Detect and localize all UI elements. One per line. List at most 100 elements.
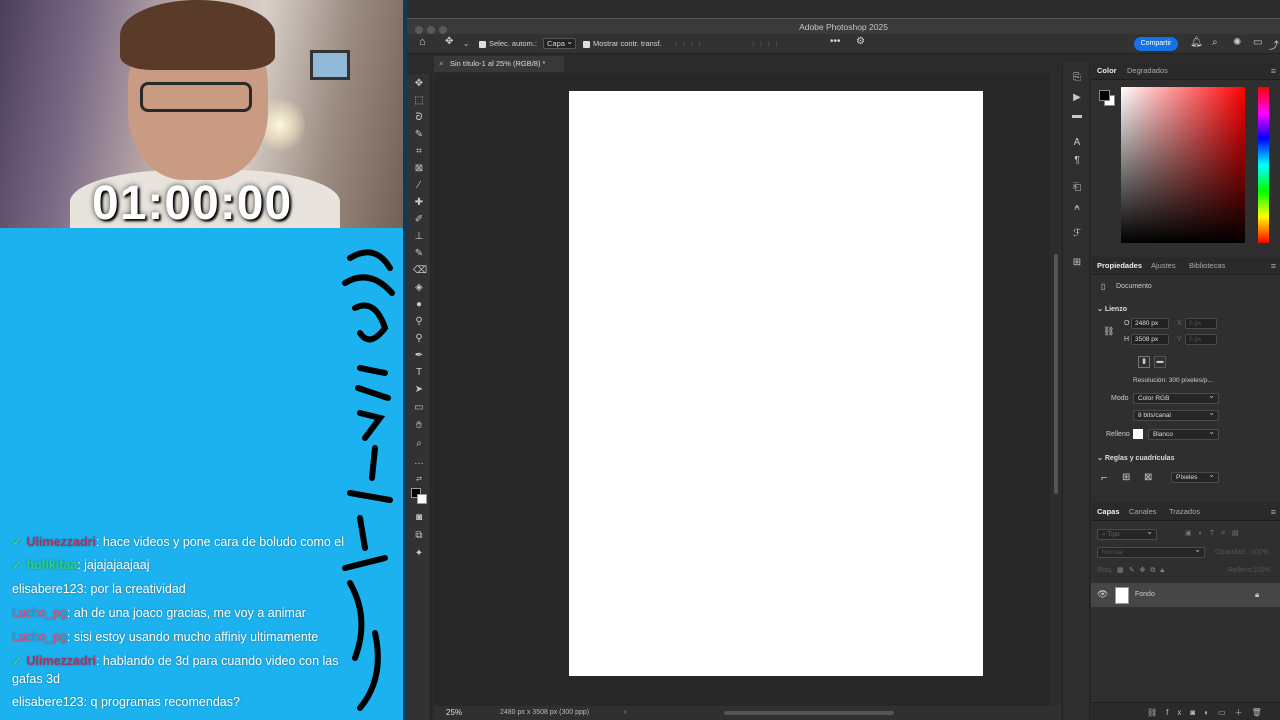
tool-preset-chevron-icon[interactable]: ⌄ — [463, 38, 469, 50]
glyphs-icon[interactable]: ⍲ — [1071, 202, 1083, 214]
x-input[interactable]: 0 px — [1185, 318, 1217, 329]
layer-filter-search[interactable]: ⌕ Tipo — [1097, 527, 1157, 540]
chat-username[interactable]: Lucho_pg — [12, 606, 67, 620]
clone-source-icon[interactable]: ⎗ — [1071, 182, 1083, 194]
auto-select-checkbox[interactable]: Selec. autom.: — [479, 38, 537, 50]
generative-icon[interactable]: ✦ — [413, 548, 425, 560]
layer-name[interactable]: Fondo — [1135, 591, 1155, 598]
character-panel-icon[interactable]: A — [1071, 137, 1083, 149]
dodge-tool-icon[interactable]: ⚲ — [413, 316, 425, 328]
distribute-icons[interactable]: ⫶⫶⫶⫶ — [752, 38, 784, 50]
pen-tool-icon[interactable]: ✒ — [413, 350, 425, 362]
chat-username[interactable]: Ulimezzadri — [26, 654, 95, 668]
chat-username[interactable]: Ulimezzadri — [26, 535, 95, 549]
tab-layers[interactable]: Capas — [1097, 503, 1120, 521]
tab-color[interactable]: Color — [1097, 62, 1117, 80]
canvas-area[interactable] — [434, 74, 1050, 706]
crop-tool-icon[interactable]: ⌗ — [413, 146, 425, 158]
y-input[interactable]: 0 px — [1185, 334, 1217, 345]
workspace-icon[interactable]: ▭ — [1253, 37, 1262, 48]
guides-icon[interactable]: ⊠ — [1144, 472, 1152, 483]
align-icons[interactable]: ⫶⫶⫶⫶ — [675, 38, 707, 50]
grid-panel-icon[interactable]: ⊞ — [1071, 257, 1083, 269]
horizontal-scrollbar-thumb[interactable] — [724, 711, 894, 715]
tab-properties[interactable]: Propiedades — [1097, 257, 1142, 275]
mode-dropdown[interactable]: Color RGB — [1133, 391, 1219, 404]
hand-tool-icon[interactable]: ✋︎ — [413, 420, 425, 432]
height-input[interactable]: 3508 px — [1131, 334, 1169, 345]
fill-swatch[interactable] — [1133, 429, 1143, 439]
more-options-icon[interactable]: ••• — [830, 36, 841, 48]
share-button[interactable]: Compartir — [1134, 37, 1178, 51]
lasso-tool-icon[interactable]: ᘐ — [413, 112, 425, 124]
tab-gradients[interactable]: Degradados — [1127, 62, 1168, 80]
panel-menu-icon[interactable]: ≡ — [1271, 503, 1276, 521]
zoom-level[interactable]: 25% — [446, 706, 462, 720]
grid-icon[interactable]: ⊞ — [1122, 472, 1130, 483]
home-icon[interactable]: ⌂ — [419, 36, 426, 48]
clone-stamp-tool-icon[interactable]: ⊥ — [413, 231, 425, 243]
bit-depth-dropdown[interactable]: 8 bits/canal — [1133, 408, 1219, 421]
type-tool-icon[interactable]: T — [413, 367, 425, 379]
hue-slider[interactable] — [1258, 87, 1269, 243]
history-panel-icon[interactable]: ⎘ — [1071, 72, 1083, 84]
tab-adjustments[interactable]: Ajustes — [1151, 257, 1176, 275]
chat-username[interactable]: holikitaa — [26, 558, 77, 572]
layer-row[interactable]: 👁︎ Fondo 🔒︎ — [1091, 583, 1280, 607]
marquee-tool-icon[interactable]: ⬚ — [413, 95, 425, 107]
portrait-orientation-icon[interactable]: ▮ — [1138, 356, 1150, 368]
canvas-section-toggle[interactable]: ⌄ Lienzo — [1097, 305, 1127, 313]
paint-bucket-tool-icon[interactable]: ◈ — [413, 282, 425, 294]
share-panel-icon[interactable]: ⤴ — [1269, 37, 1279, 52]
layer-action-icons[interactable]: ⛓fx◙◐▭＋🗑︎ — [1147, 707, 1271, 718]
chat-username[interactable]: elisabere123 — [12, 695, 84, 709]
opacity-value[interactable]: 100% — [1251, 549, 1269, 556]
close-tab-icon[interactable]: × — [439, 56, 443, 72]
zoom-tool-icon[interactable]: ⌕ — [413, 438, 425, 450]
zoom-lens-icon[interactable]: ⚲ — [413, 333, 425, 345]
discover-icon[interactable]: ✺ — [1233, 37, 1241, 48]
blur-tool-icon[interactable]: ● — [413, 299, 425, 311]
tab-libraries[interactable]: Bibliotecas — [1189, 257, 1225, 275]
vertical-scrollbar[interactable] — [1051, 74, 1061, 706]
history-brush-tool-icon[interactable]: ✎ — [413, 248, 425, 260]
fill-dropdown[interactable]: Blanco — [1148, 427, 1219, 440]
brush-tool-icon[interactable]: ✐ — [413, 214, 425, 226]
chat-username[interactable]: elisabere123 — [12, 582, 84, 596]
chat-username[interactable]: Lucho_pg — [12, 630, 67, 644]
notifications-bell-icon[interactable]: 🔔︎ — [1190, 37, 1203, 48]
color-picker-field[interactable] — [1121, 87, 1245, 243]
document-tab[interactable]: × Sin título-1 al 25% (RGB/8) * — [434, 56, 564, 72]
status-chevron-icon[interactable]: › — [624, 706, 626, 720]
quick-mask-icon[interactable]: ◙ — [413, 512, 425, 524]
rulers-section-toggle[interactable]: ⌄ Reglas y cuadrículas — [1097, 454, 1174, 462]
search-icon[interactable]: ⌕ — [1212, 37, 1218, 48]
blend-mode-dropdown[interactable]: Normal — [1097, 545, 1205, 558]
healing-brush-tool-icon[interactable]: ✚ — [413, 197, 425, 209]
show-transform-checkbox[interactable]: Mostrar contr. transf. — [583, 38, 662, 50]
link-icon[interactable]: ⛓ — [1103, 326, 1114, 337]
background-color-swatch[interactable] — [417, 494, 427, 504]
eraser-tool-icon[interactable]: ⌫ — [413, 265, 427, 277]
glyphs-panel-icon[interactable]: ℱ — [1071, 228, 1083, 240]
paragraph-panel-icon[interactable]: ¶ — [1071, 155, 1083, 167]
frame-tool-icon[interactable]: ⊠ — [413, 163, 425, 175]
layer-filter-icons[interactable]: ▣◐T⌗▤ — [1185, 529, 1246, 538]
foreground-swatch[interactable] — [1099, 90, 1110, 101]
units-dropdown[interactable]: Píxeles — [1171, 470, 1219, 483]
path-selection-tool-icon[interactable]: ➤ — [413, 384, 425, 396]
ruler-icon[interactable]: ⌐ — [1101, 472, 1107, 484]
tab-channels[interactable]: Canales — [1129, 503, 1157, 521]
screen-mode-icon[interactable]: ⧉ — [413, 530, 425, 542]
comments-icon[interactable]: ▬ — [1071, 110, 1083, 122]
rectangle-tool-icon[interactable]: ▭ — [413, 402, 425, 414]
visibility-eye-icon[interactable]: 👁︎ — [1097, 589, 1108, 600]
scrollbar-thumb[interactable] — [1054, 254, 1058, 494]
edit-toolbar-icon[interactable]: … — [413, 456, 425, 468]
swap-colors-icon[interactable]: ⇄ — [413, 474, 425, 486]
panel-menu-icon[interactable]: ≡ — [1271, 257, 1276, 275]
move-tool-icon[interactable]: ✥ — [413, 78, 425, 90]
layer-lock-icon[interactable]: 🔒︎ — [1255, 590, 1259, 600]
settings-gear-icon[interactable]: ⚙ — [856, 36, 865, 48]
panel-menu-icon[interactable]: ≡ — [1271, 62, 1276, 80]
